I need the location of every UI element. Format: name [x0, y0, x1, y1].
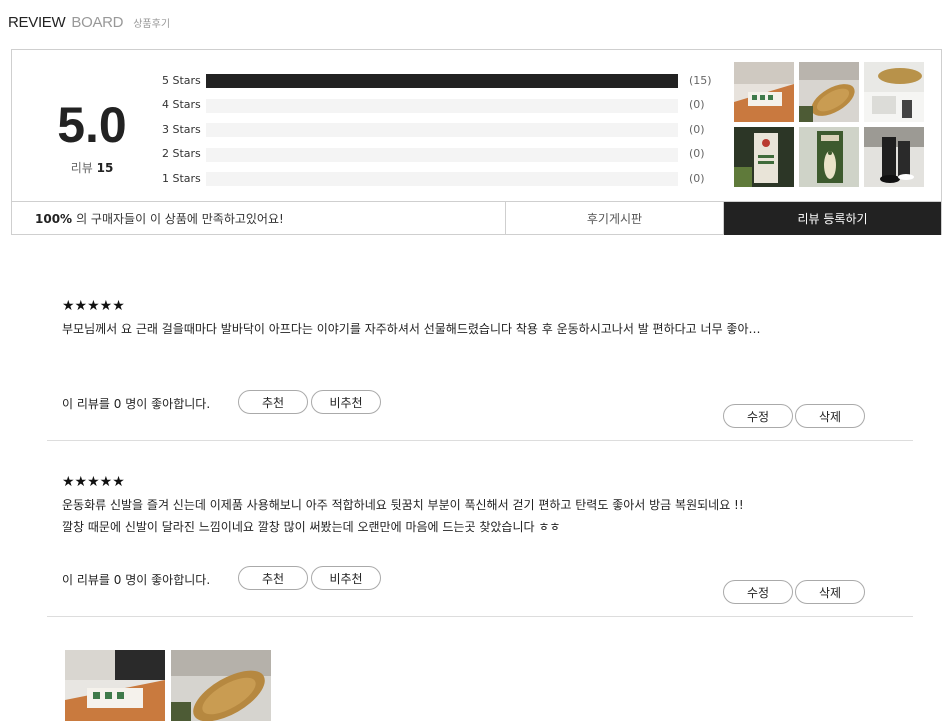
rating-distribution: 5 Stars (15) 4 Stars (0) 3 Stars (0) 2 S… [162, 68, 712, 191]
recommend-button[interactable]: 추천 [238, 566, 308, 590]
rating-label: 3 Stars [162, 122, 201, 136]
average-score: 5.0 리뷰 15 [52, 95, 132, 176]
review-item: ★★★★★ 운동화류 신발을 즐겨 신는데 이제품 사용해보니 아주 적합하네요… [47, 464, 913, 617]
review-count-label: 리뷰 [70, 161, 93, 175]
review-text-line: 깔창 때문에 신발이 달라진 느낌이네요 깔창 많이 써봤는데 오랜만에 마음에… [62, 520, 561, 534]
review-likes-text: 이 리뷰를 0 명이 좋아합니다. [62, 397, 211, 411]
rating-count: (0) [689, 98, 705, 112]
delete-button[interactable]: 삭제 [795, 580, 865, 604]
not-recommend-button[interactable]: 비추천 [311, 566, 381, 590]
review-count: 리뷰 15 [52, 159, 132, 176]
review-item: ★★★★★ 부모님께서 요 근래 걸을때마다 발바닥이 아프다는 이야기를 자주… [47, 288, 913, 441]
review-text[interactable]: 부모님께서 요 근래 걸을때마다 발바닥이 아프다는 이야기를 자주하셔서 선물… [62, 318, 761, 340]
edit-button[interactable]: 수정 [723, 580, 793, 604]
review-photo-thumbnail[interactable] [734, 62, 794, 122]
review-stars: ★★★★★ [62, 474, 125, 490]
rating-label: 5 Stars [162, 73, 201, 87]
write-review-button[interactable]: 리뷰 등록하기 [724, 202, 941, 235]
review-photo-thumbnail[interactable] [864, 127, 924, 187]
summary-footer: 100% 의 구매자들이 이 상품에 만족하고있어요! 후기게시판 리뷰 등록하… [12, 201, 941, 235]
board-header: REVIEW BOARD 상품후기 [8, 14, 170, 31]
delete-button[interactable]: 삭제 [795, 404, 865, 428]
photo-thumbnail-grid [734, 62, 934, 187]
header-title-review: REVIEW [8, 14, 66, 31]
review-photo-thumbnail[interactable] [864, 62, 924, 122]
rating-label: 2 Stars [162, 147, 201, 161]
rating-bar-track [206, 98, 678, 113]
score-value: 5.0 [57, 97, 127, 153]
rating-count: (0) [689, 122, 705, 136]
header-title-board: BOARD [71, 14, 124, 31]
review-text-line: 운동화류 신발을 즐겨 신는데 이제품 사용해보니 아주 적합하네요 뒷꿈치 부… [62, 498, 744, 512]
review-text[interactable]: 운동화류 신발을 즐겨 신는데 이제품 사용해보니 아주 적합하네요 뒷꿈치 부… [62, 494, 744, 538]
review-count-value: 15 [96, 161, 114, 175]
review-photo-thumbnail[interactable] [799, 127, 859, 187]
rating-row: 2 Stars (0) [162, 142, 705, 167]
rating-count: (0) [689, 171, 705, 185]
rating-row: 1 Stars (0) [162, 166, 705, 191]
rating-row: 3 Stars (0) [162, 117, 705, 142]
rating-count: (15) [689, 73, 712, 87]
review-photo[interactable] [65, 650, 165, 721]
edit-button[interactable]: 수정 [723, 404, 793, 428]
review-photo-thumbnail[interactable] [734, 127, 794, 187]
review-photo-thumbnail[interactable] [799, 62, 859, 122]
not-recommend-button[interactable]: 비추천 [311, 390, 381, 414]
satisfaction-percent: 100% [35, 211, 73, 226]
rating-bar-fill [206, 74, 678, 88]
rating-label: 4 Stars [162, 98, 201, 112]
recommend-button[interactable]: 추천 [238, 390, 308, 414]
rating-bar-track [206, 147, 678, 162]
review-photos [65, 650, 271, 721]
satisfaction-message: 100% 의 구매자들이 이 상품에 만족하고있어요! [12, 202, 506, 235]
rating-bar-track [206, 172, 678, 186]
review-text-line: 부모님께서 요 근래 걸을때마다 발바닥이 아프다는 이야기를 자주하셔서 선물… [62, 322, 761, 336]
satisfaction-text: 의 구매자들이 이 상품에 만족하고있어요! [76, 212, 284, 226]
review-photo[interactable] [171, 650, 271, 721]
header-subtitle: 상품후기 [133, 19, 171, 30]
review-board-button[interactable]: 후기게시판 [506, 202, 724, 235]
rating-row: 4 Stars (0) [162, 93, 705, 118]
review-likes-text: 이 리뷰를 0 명이 좋아합니다. [62, 573, 211, 587]
rating-bar-track [206, 123, 678, 137]
review-stars: ★★★★★ [62, 298, 125, 314]
rating-row: 5 Stars (15) [162, 68, 712, 93]
rating-bar-track [206, 74, 678, 88]
review-summary: 5.0 리뷰 15 5 Stars (15) 4 Stars (0) 3 Sta… [11, 49, 942, 235]
rating-count: (0) [689, 147, 705, 161]
rating-label: 1 Stars [162, 171, 201, 185]
